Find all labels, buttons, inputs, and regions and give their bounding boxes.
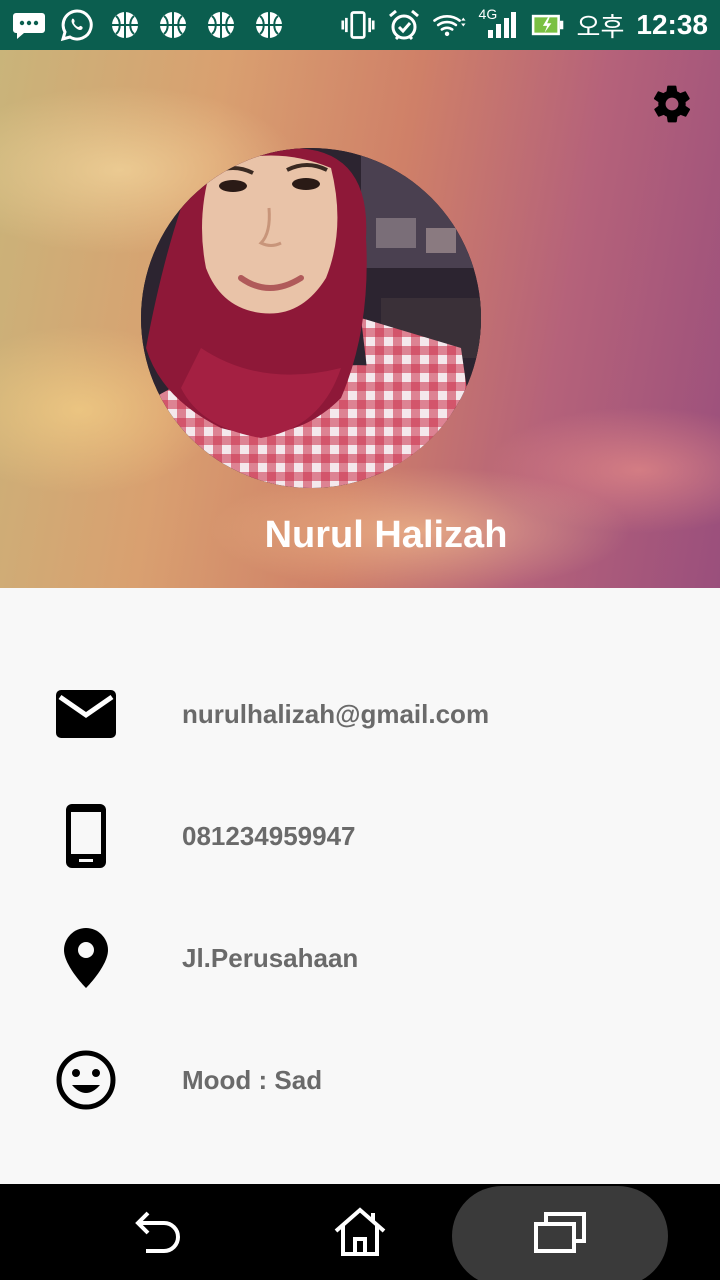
gear-icon	[653, 85, 691, 123]
phone-text: 081234959947	[182, 820, 356, 851]
network-label: 4G	[478, 6, 498, 22]
home-icon	[334, 1207, 386, 1256]
whatsapp-icon	[60, 8, 94, 42]
profile-name: Nurul Halizah	[264, 514, 508, 556]
email-icon	[50, 678, 122, 750]
navigation-bar	[0, 1184, 720, 1280]
messenger-icon	[12, 8, 46, 42]
smartphone-icon	[50, 800, 122, 872]
basketball-icon	[252, 8, 286, 42]
mood-row[interactable]: Mood : Sad	[0, 1030, 720, 1130]
mood-text: Mood : Sad	[182, 1064, 323, 1095]
address-row[interactable]: Jl.Perusahaan	[0, 908, 720, 1008]
basketball-icon	[156, 8, 190, 42]
email-row[interactable]: nurulhalizah@gmail.com	[0, 664, 720, 764]
clock: 12:38	[636, 9, 708, 40]
vibrate-icon	[340, 8, 375, 42]
settings-button[interactable]	[650, 82, 694, 126]
alarm-icon	[387, 8, 421, 42]
basketball-icon	[108, 8, 142, 42]
time-ampm: 오후	[576, 12, 625, 43]
email-text: nurulhalizah@gmail.com	[182, 698, 490, 729]
smiley-face-icon	[50, 1044, 122, 1116]
location-pin-icon	[50, 922, 122, 994]
profile-info-list: nurulhalizah@gmail.com 081234959947 Jl.P…	[0, 588, 720, 1184]
phone-row[interactable]: 081234959947	[0, 786, 720, 886]
wifi-icon	[432, 8, 467, 42]
basketball-icon	[204, 8, 238, 42]
battery-charging-icon	[531, 8, 565, 42]
signal-icon: 4G	[478, 6, 519, 42]
home-button[interactable]	[310, 1184, 410, 1280]
back-button[interactable]	[110, 1184, 210, 1280]
status-bar: 4G 오후 12:38	[0, 0, 720, 50]
profile-header: Nurul Halizah	[0, 50, 720, 588]
back-icon	[135, 1211, 180, 1253]
address-text: Jl.Perusahaan	[182, 942, 359, 973]
recent-apps-button[interactable]	[510, 1184, 610, 1280]
profile-avatar[interactable]	[141, 148, 481, 488]
recent-apps-icon	[534, 1212, 586, 1253]
